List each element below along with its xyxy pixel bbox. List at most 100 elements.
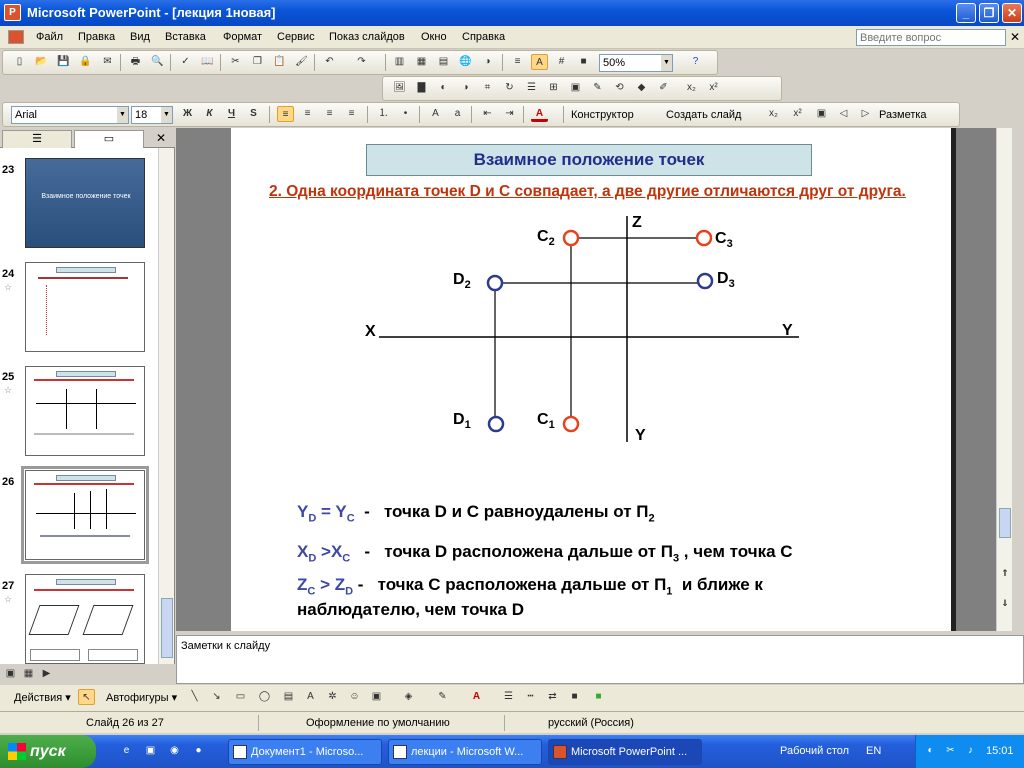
slides-tab[interactable]: ▭ [74, 130, 144, 148]
line-color-icon[interactable]: ✎ [434, 689, 451, 705]
menu-window[interactable]: Окно [421, 31, 447, 43]
select-objects-icon[interactable]: ↖ [78, 689, 95, 705]
quicklaunch-opera-icon[interactable]: ● [190, 743, 207, 759]
menu-tools[interactable]: Сервис [277, 31, 315, 43]
sorter-view-icon[interactable]: ▦ [20, 666, 37, 682]
line-style-draw-icon[interactable]: ☰ [500, 689, 517, 705]
crop-icon[interactable]: ⌗ [479, 80, 496, 96]
new-slide-button[interactable]: Создать слайд [666, 109, 741, 121]
bold-button[interactable]: Ж [179, 106, 196, 122]
permission-icon[interactable]: 🔒 [77, 54, 94, 70]
numbering-icon[interactable]: ⒈ [375, 106, 392, 122]
subscript-icon[interactable]: x₂ [683, 80, 700, 96]
statement-3[interactable]: ZC > ZD - точка С расположена дальше от … [297, 575, 763, 597]
compress-icon[interactable]: ⊞ [545, 80, 562, 96]
tables-borders-icon[interactable]: ▤ [435, 54, 452, 70]
autoshapes-menu[interactable]: Автофигуры ▾ [106, 691, 177, 704]
color-icon[interactable]: ■ [575, 54, 592, 70]
paste-icon[interactable]: 📋 [271, 54, 288, 70]
quicklaunch-desktop-icon[interactable]: ▣ [142, 743, 159, 759]
slide-thumbnail-25[interactable] [25, 366, 145, 456]
slide-thumbnail-23[interactable]: Взаимное положение точек [25, 158, 145, 248]
color-grayscale-icon[interactable]: ◑ [479, 54, 496, 70]
close-pane-icon[interactable]: ✕ [156, 131, 166, 145]
email-icon[interactable]: ✉ [99, 54, 116, 70]
slide-scrollbar[interactable]: ⇑ ⇓ [996, 128, 1012, 631]
subscript-icon-2[interactable]: x₂ [765, 106, 782, 122]
show-formatting-icon[interactable]: A [531, 54, 548, 70]
forward-icon[interactable]: ▷ [857, 106, 874, 122]
font-color-draw-icon[interactable]: A [468, 689, 485, 705]
actions-menu[interactable]: Действия ▾ [14, 691, 71, 704]
next-slide-icon[interactable]: ⇓ [999, 598, 1011, 612]
shadow-button[interactable]: S [245, 106, 262, 122]
powerpoint-app-icon[interactable]: P [4, 4, 21, 21]
contrast-icon[interactable]: ◐ [435, 80, 452, 96]
align-right-icon[interactable]: ≡ [321, 106, 338, 122]
start-button[interactable]: пуск [0, 735, 96, 768]
decrease-font-icon[interactable]: a [449, 106, 466, 122]
thumbnails-scrollbar[interactable] [158, 148, 174, 684]
zoom-select[interactable]: 50% ▼ [599, 54, 673, 72]
animation-icon[interactable]: ▣ [813, 106, 830, 122]
volume-icon[interactable]: ♪ [962, 743, 979, 759]
increase-indent-icon[interactable]: ⇥ [501, 106, 518, 122]
textbox-icon[interactable]: ▤ [280, 689, 297, 705]
undo-icon[interactable]: ↶ [321, 54, 338, 70]
statement-3-line-2[interactable]: наблюдателю, чем точка D [297, 600, 524, 620]
tray-icon[interactable]: ◐ [922, 743, 939, 759]
save-icon[interactable]: 💾 [55, 54, 72, 70]
rotate-icon[interactable]: ↻ [501, 80, 518, 96]
justify-icon[interactable]: ≡ [343, 106, 360, 122]
menu-view[interactable]: Вид [130, 31, 150, 43]
open-icon[interactable]: 📂 [33, 54, 50, 70]
format-picture-icon[interactable]: ▣ [567, 80, 584, 96]
underline-button[interactable]: Ч [223, 106, 240, 122]
document-icon[interactable] [8, 30, 24, 44]
font-select[interactable]: Arial ▼ [11, 106, 129, 124]
reset-picture-icon[interactable]: ⟲ [611, 80, 628, 96]
arrow-style-icon[interactable]: ⇄ [544, 689, 561, 705]
slide-thumbnail-26-selected[interactable] [21, 466, 149, 564]
preview-icon[interactable]: 🔍 [149, 54, 166, 70]
fill-color-icon[interactable]: ◈ [400, 689, 417, 705]
align-center-icon[interactable]: ≡ [299, 106, 316, 122]
copy-icon[interactable]: ❐ [249, 54, 266, 70]
dash-style-icon[interactable]: ┅ [522, 689, 539, 705]
print-icon[interactable]: 🖶 [127, 54, 144, 70]
previous-slide-icon[interactable]: ⇑ [999, 568, 1011, 582]
wordart-icon[interactable]: A [302, 689, 319, 705]
quicklaunch-media-icon[interactable]: ◉ [166, 743, 183, 759]
tray-icon-2[interactable]: ✂ [942, 743, 959, 759]
spelling-icon[interactable]: ✓ [177, 54, 194, 70]
statement-2[interactable]: XD >XC - точка D расположена дальше от П… [297, 542, 793, 564]
desktop-toolbar[interactable]: Рабочий стол [780, 745, 849, 757]
arrow-icon[interactable]: ↘ [208, 689, 225, 705]
designer-button[interactable]: Конструктор [571, 109, 634, 121]
shadow-style-icon[interactable]: ■ [566, 689, 583, 705]
quicklaunch-ie-icon[interactable]: e [118, 743, 135, 759]
oval-icon[interactable]: ◯ [256, 689, 273, 705]
expand-all-icon[interactable]: ≡ [509, 54, 526, 70]
slideshow-view-icon[interactable]: ▶ [38, 666, 55, 682]
slide-thumbnail-24[interactable] [25, 262, 145, 352]
set-transparent-icon[interactable]: ✎ [589, 80, 606, 96]
insert-table-icon[interactable]: ▦ [413, 54, 430, 70]
menu-edit[interactable]: Правка [78, 31, 115, 43]
outline-tab[interactable]: ☰ [2, 130, 72, 148]
increase-font-icon[interactable]: A [427, 106, 444, 122]
menu-insert[interactable]: Вставка [165, 31, 206, 43]
show-grid-icon[interactable]: # [553, 54, 570, 70]
3d-style-icon[interactable]: ■ [590, 689, 607, 705]
diagram-icon[interactable]: ✲ [324, 689, 341, 705]
task-document1[interactable]: Документ1 - Microso... [228, 739, 382, 765]
statement-1[interactable]: YD = YC - точка D и С равноудалены от П2 [297, 502, 655, 524]
recolor-icon[interactable]: ◆ [633, 80, 650, 96]
picture-icon[interactable]: ▣ [368, 689, 385, 705]
normal-view-icon[interactable]: ▣ [2, 666, 19, 682]
layout-button[interactable]: Разметка [879, 109, 927, 121]
notes-pane[interactable]: Заметки к слайду [176, 635, 1024, 684]
menu-format[interactable]: Формат [223, 31, 262, 43]
clipart-icon[interactable]: ☺ [346, 689, 363, 705]
size-select[interactable]: 18 ▼ [131, 106, 173, 124]
